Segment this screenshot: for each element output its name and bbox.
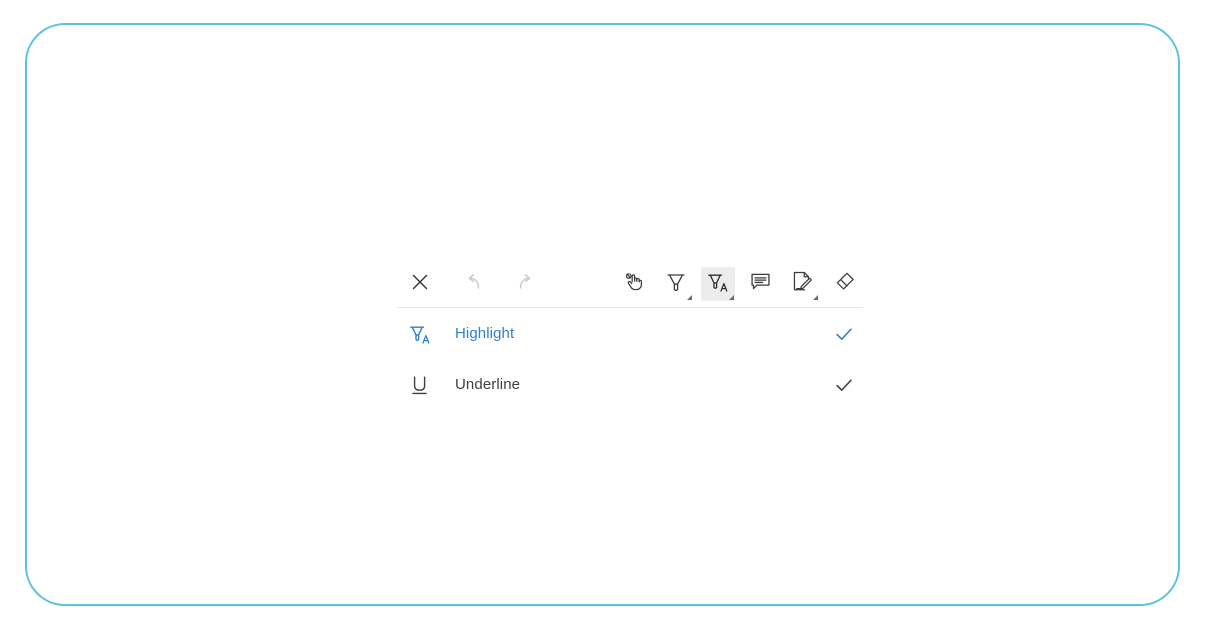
text-markup-dropdown-menu: Highlight Underline — [397, 308, 863, 410]
check-icon — [829, 370, 859, 400]
marker-dropdown-indicator-icon[interactable] — [687, 295, 692, 300]
device-viewport-frame: Highlight Underline — [25, 23, 1180, 606]
hand-touch-icon — [623, 270, 646, 298]
undo-icon — [462, 271, 484, 298]
menu-item-underline[interactable]: Underline — [397, 359, 863, 410]
note-dropdown-indicator-icon[interactable] — [813, 295, 818, 300]
underline-u-icon — [403, 368, 437, 402]
marker-pen-icon — [664, 270, 688, 299]
menu-item-label: Highlight — [455, 325, 515, 342]
toolbar-left-group — [397, 267, 543, 301]
text-markup-dropdown-indicator-icon[interactable] — [729, 295, 734, 300]
comment-icon — [749, 270, 772, 298]
note-edit-icon — [791, 270, 814, 298]
text-markup-button[interactable] — [701, 267, 735, 301]
menu-item-highlight[interactable]: Highlight — [397, 308, 863, 359]
redo-button[interactable] — [509, 267, 543, 301]
menu-item-label: Underline — [455, 376, 521, 393]
close-button[interactable] — [403, 267, 437, 301]
comment-button[interactable] — [743, 267, 777, 301]
marker-button[interactable] — [659, 267, 693, 301]
eraser-icon — [833, 270, 856, 298]
highlight-a-icon — [706, 270, 730, 299]
annotation-tool-panel: Highlight Underline — [397, 261, 863, 410]
close-icon — [409, 271, 431, 298]
annotation-toolbar — [397, 261, 863, 307]
note-button[interactable] — [785, 267, 819, 301]
check-icon — [829, 319, 859, 349]
eraser-button[interactable] — [827, 267, 861, 301]
toolbar-right-group — [617, 267, 863, 301]
touch-select-button[interactable] — [617, 267, 651, 301]
undo-button[interactable] — [456, 267, 490, 301]
highlight-a-icon — [403, 317, 437, 351]
redo-icon — [515, 271, 537, 298]
